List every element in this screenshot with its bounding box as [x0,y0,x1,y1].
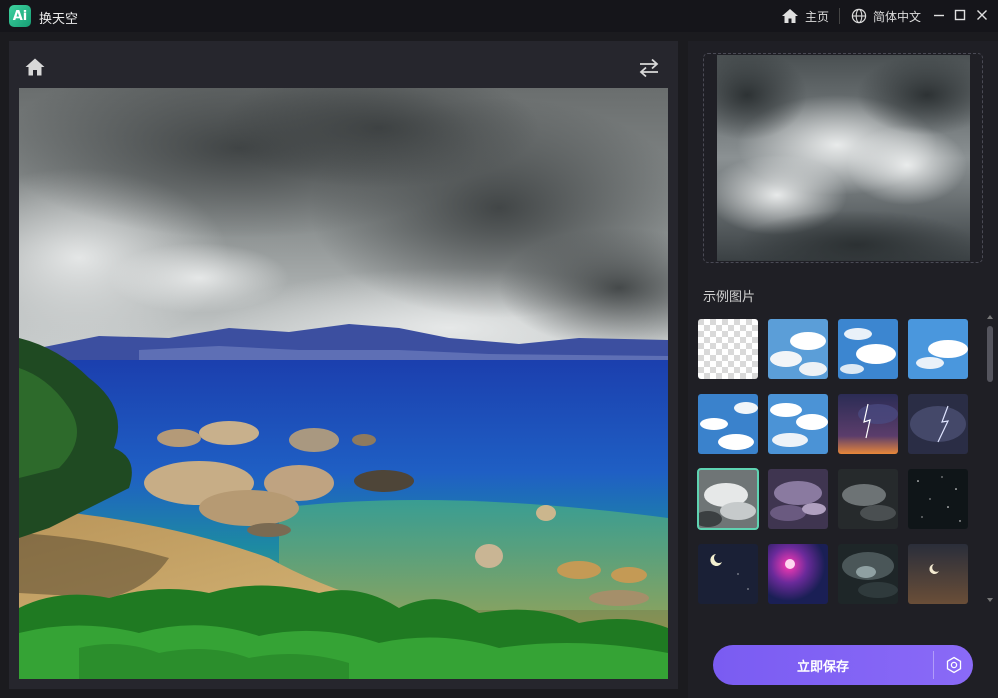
close-button[interactable] [973,6,991,24]
app-window: Ai 换天空 主页 简体中文 示例图片 立即保存 [0,0,998,698]
sky-thumbnail-image [838,544,898,604]
home-link[interactable]: 主页 [781,0,829,32]
scroll-up-arrow-icon[interactable] [986,313,994,321]
sky-upload-area[interactable] [703,53,983,263]
sky-thumbnail-starry-night[interactable] [908,469,968,529]
save-now-button[interactable]: 立即保存 [713,645,933,685]
sky-thumbnail-image [768,544,828,604]
settings-hexagon-icon [946,656,961,674]
sky-thumbnail-blue-sky-clouds-4[interactable] [698,394,758,454]
maximize-icon [954,9,966,21]
sky-thumbnail-image [768,394,828,454]
selected-sky-preview [717,55,970,261]
examples-heading: 示例图片 [703,290,756,305]
language-selector[interactable]: 简体中文 [851,0,921,32]
sky-thumbnail-image [768,469,828,529]
maximize-button[interactable] [951,6,969,24]
sky-thumbnail-image [908,544,968,604]
editor-panel [9,41,678,689]
sky-thumbnail-transparent[interactable] [698,319,758,379]
app-title: 换天空 [39,12,79,27]
sky-thumbnail-image [838,469,898,529]
scrollbar-thumb[interactable] [987,326,993,382]
sky-thumbnail-image [768,319,828,379]
title-bar: Ai 换天空 主页 简体中文 [0,0,998,32]
sky-thumbnail-image [908,394,968,454]
sky-thumbnail-image [908,319,968,379]
panel-home-button[interactable] [24,57,46,79]
sky-thumbnail-image [698,394,758,454]
home-icon [782,9,798,23]
close-icon [977,10,987,20]
save-settings-button[interactable] [934,645,973,685]
edited-photo [19,88,668,679]
sky-thumbnail-blue-sky-clouds-5[interactable] [768,394,828,454]
minimize-icon [934,14,944,17]
sky-thumbnail-blue-sky-clouds-1[interactable] [768,319,828,379]
sky-thumbnail-sunset-storm[interactable] [838,394,898,454]
globe-icon [851,8,867,24]
sky-thumbnail-blue-sky-clouds-3[interactable] [908,319,968,379]
language-label: 简体中文 [873,9,922,24]
sky-thumbnail-image [698,319,758,379]
sky-thumbnail-image [838,394,898,454]
sky-settings-panel: 示例图片 立即保存 [688,41,998,698]
minimize-button[interactable] [930,6,948,24]
titlebar-divider [839,8,840,24]
save-button-group: 立即保存 [713,645,973,685]
sky-thumbnail-grey-clouds[interactable] [697,468,759,530]
sky-thumbnail-image [908,469,968,529]
home-icon [25,58,45,76]
sky-thumbnail-dark-clouds[interactable] [838,469,898,529]
sky-thumbnail-moon-night[interactable] [698,544,758,604]
home-link-label: 主页 [805,9,830,24]
sky-thumbnail-pink-moon-nebula[interactable] [768,544,828,604]
sky-thumbnail-moon-dusk[interactable] [908,544,968,604]
sky-thumbnail-image [838,319,898,379]
sky-thumbnail-image [698,469,758,529]
sky-thumbnail-purple-clouds[interactable] [768,469,828,529]
swap-arrows-icon [639,58,659,78]
sky-thumbnail-image [698,544,758,604]
thumbnail-scrollbar[interactable] [985,311,995,606]
sky-thumbnail-lightning-night[interactable] [908,394,968,454]
sky-thumbnail-blue-sky-clouds-2[interactable] [838,319,898,379]
scroll-down-arrow-icon[interactable] [986,596,994,604]
app-logo: Ai [9,5,31,27]
sky-thumbnail-dark-storm[interactable] [838,544,898,604]
compare-swap-button[interactable] [637,57,661,79]
